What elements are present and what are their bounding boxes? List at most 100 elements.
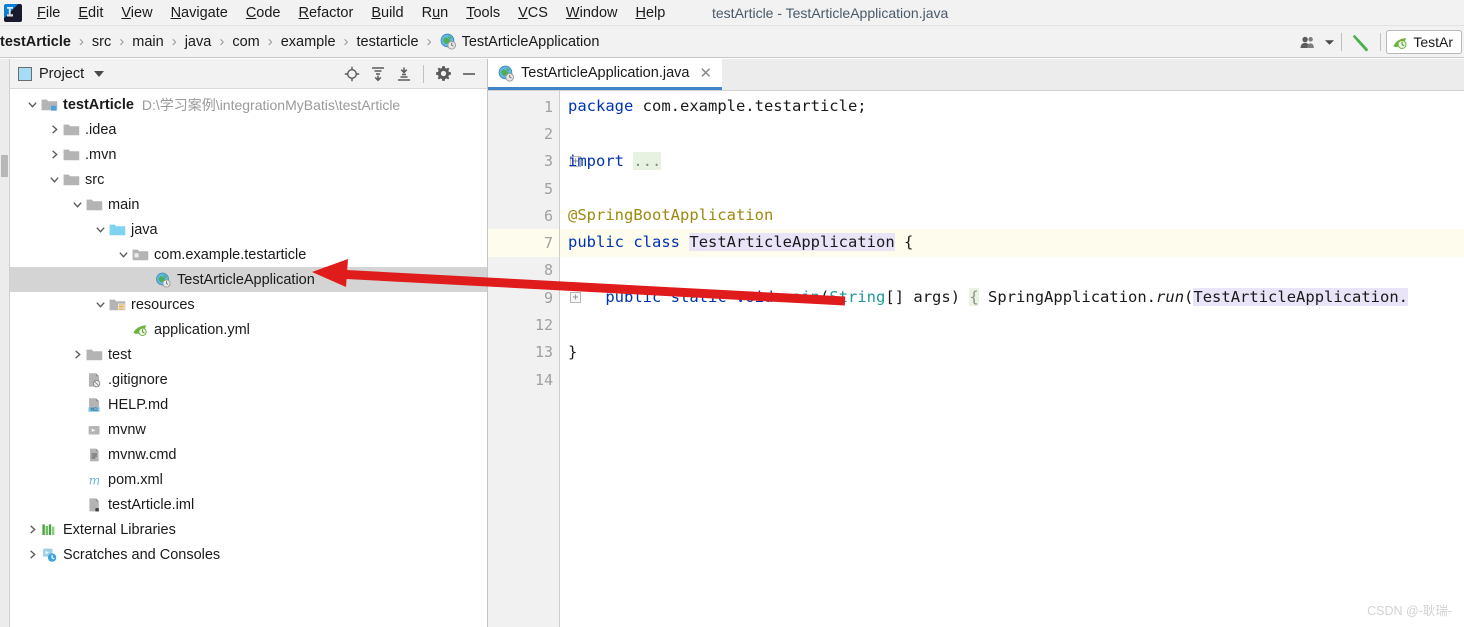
user-account-icon[interactable] bbox=[1294, 29, 1322, 55]
chevron-right-icon[interactable] bbox=[46, 147, 62, 163]
breadcrumb-separator: › bbox=[343, 33, 349, 50]
line-number: 5 bbox=[488, 175, 559, 202]
menu-code[interactable]: Code bbox=[237, 3, 290, 23]
breadcrumb-item-testarticle[interactable]: testarticle bbox=[357, 34, 419, 50]
chevron-down-icon[interactable] bbox=[94, 70, 105, 77]
tree-row[interactable]: mvnw.cmd bbox=[10, 442, 487, 467]
breadcrumb-item-java[interactable]: java bbox=[185, 34, 212, 50]
breadcrumb-item-class[interactable]: TestArticleApplication bbox=[440, 33, 599, 50]
editor-tab-label: TestArticleApplication.java bbox=[521, 65, 690, 81]
tree-row[interactable]: test bbox=[10, 342, 487, 367]
maven-pom-icon: m bbox=[85, 472, 103, 488]
chevron-down-icon[interactable] bbox=[69, 197, 85, 213]
project-panel-title: Project bbox=[39, 65, 85, 82]
code-line-6: @SpringBootApplication bbox=[560, 202, 1464, 229]
editor-gutter[interactable]: 1 2 3 + 5 6 7 8 9 + 12 13 14 bbox=[488, 91, 581, 627]
tree-row[interactable]: src bbox=[10, 167, 487, 192]
chevron-down-icon[interactable] bbox=[92, 297, 108, 313]
code-line-3: import ... bbox=[560, 148, 1464, 175]
tree-row[interactable]: mvnw bbox=[10, 417, 487, 442]
breadcrumb-item-example[interactable]: example bbox=[281, 34, 336, 50]
tree-row[interactable]: java bbox=[10, 217, 487, 242]
breadcrumb-item-project[interactable]: testArticle bbox=[0, 34, 71, 50]
folded-imports[interactable]: ... bbox=[633, 151, 662, 170]
breadcrumb-item-main[interactable]: main bbox=[132, 34, 163, 50]
tree-row[interactable]: testArticle D:\学习案例\integrationMyBatis\t… bbox=[10, 92, 487, 117]
chevron-down-icon[interactable] bbox=[24, 97, 40, 113]
chevron-right-icon[interactable] bbox=[46, 122, 62, 138]
breadcrumb-separator: › bbox=[78, 33, 84, 50]
tree-row[interactable]: External Libraries bbox=[10, 517, 487, 542]
tree-item-label: application.yml bbox=[154, 321, 250, 338]
tree-row[interactable]: .gitignore bbox=[10, 367, 487, 392]
method-name-main: main bbox=[782, 288, 821, 307]
tree-item-label: HELP.md bbox=[108, 396, 169, 413]
chevron-right-icon[interactable] bbox=[24, 547, 40, 563]
tree-row[interactable]: Scratches and Consoles bbox=[10, 542, 487, 567]
tree-row[interactable]: .mvn bbox=[10, 142, 487, 167]
locate-in-tree-icon[interactable] bbox=[340, 63, 364, 85]
tree-row-testarticleapplication[interactable]: TestArticleApplication bbox=[10, 267, 487, 292]
menu-file[interactable]: File bbox=[28, 3, 69, 23]
menu-navigate[interactable]: Navigate bbox=[162, 3, 237, 23]
menu-refactor[interactable]: Refactor bbox=[290, 3, 363, 23]
chevron-down-icon[interactable] bbox=[46, 172, 62, 188]
gear-icon[interactable] bbox=[431, 63, 455, 85]
menu-edit[interactable]: Edit bbox=[69, 3, 112, 23]
editor-tab-testarticleapplication[interactable]: TestArticleApplication.java ✕ bbox=[488, 59, 723, 90]
menu-build[interactable]: Build bbox=[362, 3, 412, 23]
collapse-all-icon[interactable] bbox=[392, 63, 416, 85]
external-libraries-icon bbox=[40, 522, 58, 538]
chevron-right-icon[interactable] bbox=[69, 347, 85, 363]
menu-window[interactable]: Window bbox=[557, 3, 627, 23]
menu-run[interactable]: Run bbox=[413, 3, 458, 23]
paren-open: ( bbox=[820, 288, 830, 307]
tree-row[interactable]: resources bbox=[10, 292, 487, 317]
menu-bar: File Edit View Navigate Code Refactor Bu… bbox=[0, 0, 1464, 26]
tree-row[interactable]: main bbox=[10, 192, 487, 217]
run-configuration-selector[interactable]: TestAr bbox=[1386, 30, 1462, 54]
code-text[interactable]: package com.example.testarticle; import … bbox=[560, 91, 1464, 627]
line-number-current: 7 bbox=[488, 229, 580, 257]
tree-row[interactable]: application.yml bbox=[10, 317, 487, 342]
menu-tools[interactable]: Tools bbox=[457, 3, 509, 23]
tree-item-label: pom.xml bbox=[108, 471, 163, 488]
paren-open-2: ( bbox=[1184, 288, 1194, 307]
cmd-file-icon bbox=[85, 447, 103, 463]
tool-window-strip-left: Project bbox=[0, 59, 10, 627]
expand-all-icon[interactable] bbox=[366, 63, 390, 85]
chevron-down-icon[interactable] bbox=[92, 222, 108, 238]
line-number-label: 12 bbox=[534, 316, 553, 335]
class-name: TestArticleApplication bbox=[689, 233, 895, 252]
folded-method-body[interactable]: { bbox=[969, 288, 979, 307]
code-editor[interactable]: 1 2 3 + 5 6 7 8 9 + 12 13 14 package com… bbox=[488, 91, 1464, 627]
hide-icon[interactable] bbox=[457, 63, 481, 85]
breadcrumb-item-com[interactable]: com bbox=[232, 34, 259, 50]
line-number: 3 + bbox=[488, 148, 581, 175]
line-number: 9 + bbox=[488, 284, 581, 311]
folder-icon bbox=[62, 122, 80, 138]
chevron-right-icon[interactable] bbox=[24, 522, 40, 538]
chevron-down-icon[interactable] bbox=[115, 247, 131, 263]
close-icon[interactable]: ✕ bbox=[699, 64, 712, 82]
tree-row[interactable]: .idea bbox=[10, 117, 487, 142]
keyword-public: public bbox=[568, 233, 624, 252]
hammer-build-icon[interactable] bbox=[1347, 29, 1375, 55]
tree-row[interactable]: com.example.testarticle bbox=[10, 242, 487, 267]
menu-vcs[interactable]: VCS bbox=[509, 3, 557, 23]
menu-view[interactable]: View bbox=[112, 3, 161, 23]
scratches-icon bbox=[40, 547, 58, 563]
tree-row[interactable]: m pom.xml bbox=[10, 467, 487, 492]
menu-help[interactable]: Help bbox=[626, 3, 674, 23]
breadcrumb-item-src[interactable]: src bbox=[92, 34, 111, 50]
editor-area: TestArticleApplication.java ✕ 1 2 3 + 5 … bbox=[488, 59, 1464, 627]
method-run: run bbox=[1156, 288, 1185, 307]
tree-row[interactable]: testArticle.iml bbox=[10, 492, 487, 517]
tree-row[interactable]: MD HELP.md bbox=[10, 392, 487, 417]
chevron-down-icon[interactable] bbox=[1322, 29, 1336, 55]
keyword-class: class bbox=[633, 233, 681, 252]
